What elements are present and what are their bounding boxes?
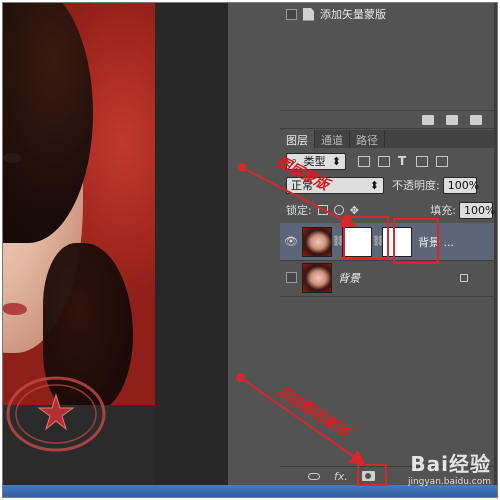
fill-label: 填充: (430, 204, 456, 217)
trash-icon[interactable] (470, 114, 482, 125)
arrow-start-dot (236, 373, 245, 382)
add-mask-button-highlight (357, 464, 387, 486)
tab-layers[interactable]: 图层 (280, 130, 315, 148)
vector-mask-label: 添加矢量蒙版 (320, 8, 386, 21)
upper-panel-area (280, 25, 494, 111)
layer-name: 背景 (338, 271, 360, 285)
seal-stamp (6, 376, 106, 452)
eye-icon[interactable]: 👁 (280, 235, 302, 248)
fx-icon[interactable]: fx. (334, 470, 348, 483)
watermark-brand: Bai经验 (410, 452, 491, 476)
layer-mask-highlight (343, 216, 389, 260)
smart-filter-icon[interactable] (436, 155, 448, 167)
lock-icon (460, 273, 468, 282)
tab-channels[interactable]: 通道 (315, 130, 350, 148)
adjust-filter-icon[interactable] (378, 155, 390, 167)
layer-thumbnail (302, 226, 332, 257)
opacity-label: 不透明度: (392, 179, 440, 192)
lips (3, 303, 27, 315)
type-filter-icon[interactable]: T (398, 155, 408, 167)
path-row-vector-mask[interactable]: 添加矢量蒙版 (280, 3, 494, 25)
pixel-filter-icon[interactable] (358, 155, 370, 167)
panel-tabs: 图层 通道 路径 (280, 130, 494, 148)
layer-row-background[interactable]: 背景 (280, 259, 494, 297)
eye (3, 153, 21, 163)
chain-link-icon[interactable]: ⛓ (332, 236, 345, 247)
baidu-watermark: Bai经验 jingyan.baidu.com (408, 448, 491, 487)
shape-filter-icon[interactable] (416, 155, 428, 167)
doc-icon (303, 7, 314, 21)
watermark-url: jingyan.baidu.com (407, 477, 491, 487)
filter-icons: T (358, 155, 448, 167)
upper-panel-toolbar (280, 111, 494, 129)
panel-edge (494, 3, 497, 485)
tab-paths[interactable]: 路径 (350, 130, 385, 148)
vector-mask-highlight (393, 218, 439, 264)
camera-icon[interactable] (446, 114, 458, 125)
opacity-field[interactable]: 100% (442, 176, 479, 194)
arrow-start-dot (238, 163, 247, 172)
chevron-down-icon: ⬍ (369, 178, 379, 192)
portrait-photo (3, 3, 155, 405)
lock-pixels-icon[interactable] (317, 205, 328, 215)
panel-gutter (228, 3, 273, 485)
fill-field[interactable]: 100% (459, 201, 495, 219)
visibility-box[interactable] (280, 272, 302, 283)
lock-image-icon[interactable] (333, 205, 344, 215)
chain-link-icon[interactable] (308, 472, 320, 480)
screenshot-frame: 添加矢量蒙版 图层 通道 路径 ⌕ 类型 ⬍ T 正常 ⬍ 不透明度: 100%… (2, 2, 498, 498)
new-layer-icon[interactable] (422, 114, 434, 125)
document-canvas[interactable] (3, 3, 228, 485)
lock-label: 锁定: (286, 204, 312, 217)
layer-thumbnail (302, 262, 332, 293)
path-checkbox[interactable] (286, 8, 297, 20)
lock-position-icon[interactable]: ✥ (350, 204, 359, 217)
chevron-down-icon: ⬍ (331, 154, 341, 168)
